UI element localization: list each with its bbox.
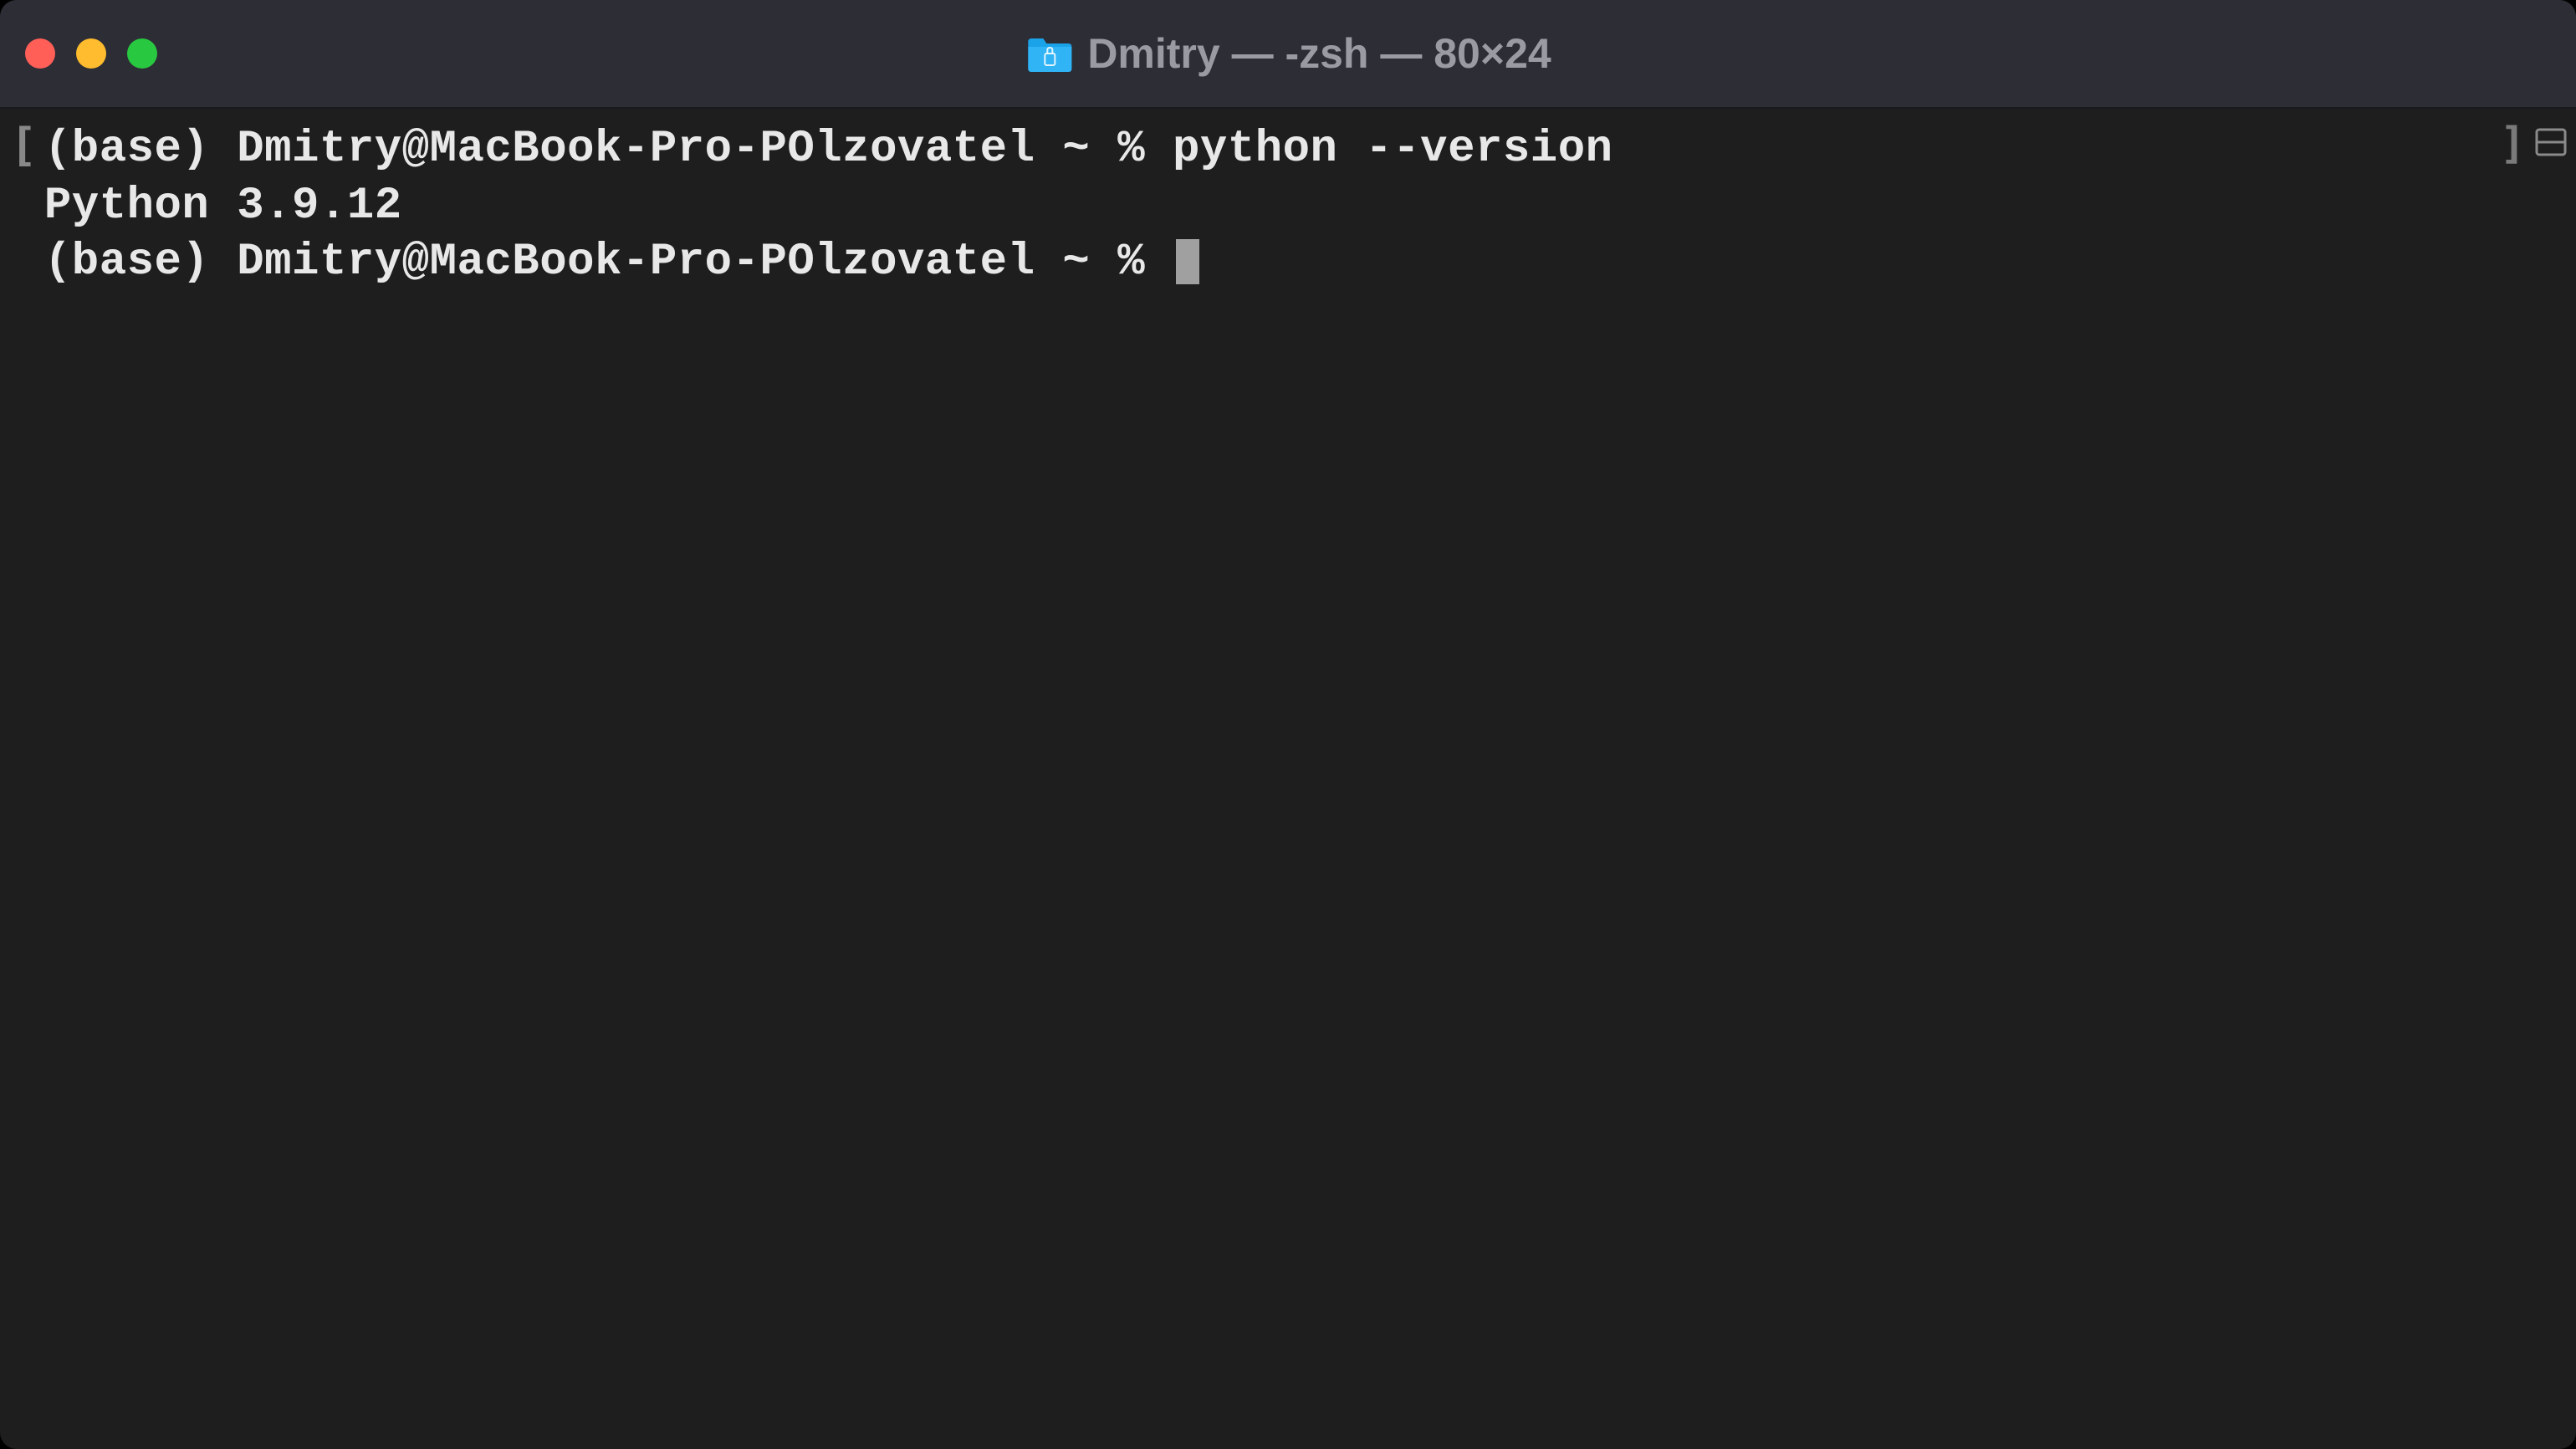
command-1: python --version — [1173, 124, 1613, 175]
output-1: Python 3.9.12 — [44, 181, 402, 232]
terminal-content[interactable]: (base) Dmitry@MacBook-Pro-POlzovatel ~ %… — [0, 109, 2576, 1449]
terminal-line-3: (base) Dmitry@MacBook-Pro-POlzovatel ~ % — [17, 234, 2559, 291]
panel-split-icon[interactable] — [2534, 125, 2568, 159]
title-bar[interactable]: Dmitry — -zsh — 80×24 — [0, 0, 2576, 109]
cursor — [1176, 239, 1199, 284]
minimize-button[interactable] — [76, 38, 106, 69]
terminal-line-1: (base) Dmitry@MacBook-Pro-POlzovatel ~ %… — [17, 121, 2559, 178]
close-button[interactable] — [25, 38, 55, 69]
session-bracket-right: ] — [2500, 119, 2526, 169]
terminal-body: [ ] (base) Dmitry@MacBook-Pro-POlzovatel… — [0, 109, 2576, 1449]
prompt-1: (base) Dmitry@MacBook-Pro-POlzovatel ~ % — [44, 124, 1173, 175]
folder-icon — [1025, 33, 1075, 74]
window-title-container: Dmitry — -zsh — 80×24 — [1025, 29, 1551, 78]
traffic-lights — [25, 38, 157, 69]
maximize-button[interactable] — [127, 38, 157, 69]
session-bracket-left: [ — [10, 119, 38, 171]
prompt-2: (base) Dmitry@MacBook-Pro-POlzovatel ~ % — [44, 237, 1173, 288]
session-right-indicators: ] — [2500, 119, 2568, 169]
terminal-line-2: Python 3.9.12 — [17, 178, 2559, 235]
window-title: Dmitry — -zsh — 80×24 — [1087, 29, 1551, 78]
terminal-window: Dmitry — -zsh — 80×24 [ ] (base) Dmitry@… — [0, 0, 2576, 1449]
